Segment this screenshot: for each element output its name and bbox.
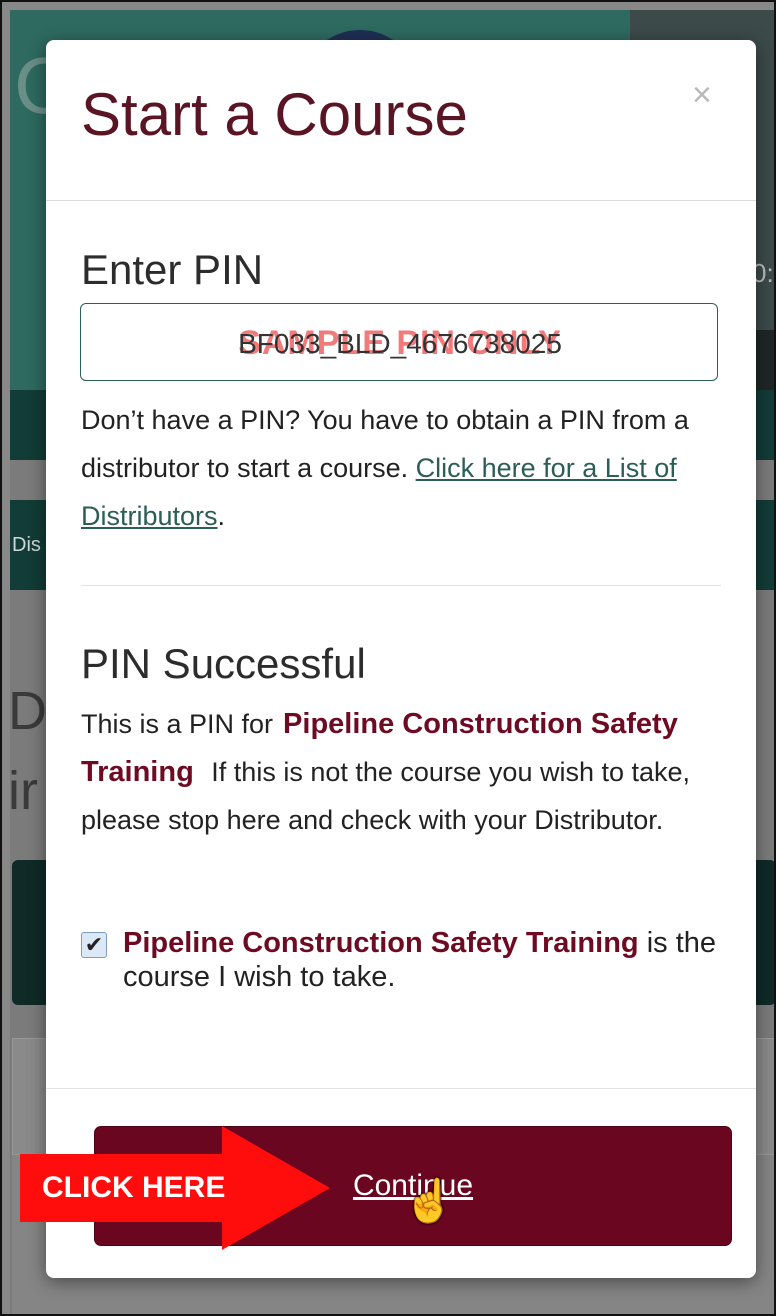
background-heading-fragment-2: ir — [8, 761, 38, 821]
pin-help-period: . — [217, 501, 226, 531]
modal-title: Start a Course — [81, 81, 468, 148]
pin-help-text: Don’t have a PIN? You have to obtain a P… — [81, 396, 731, 540]
pin-input-value: BF033_BLD_4676738025 — [238, 328, 562, 359]
section-divider — [81, 585, 721, 586]
pin-input[interactable]: SAMPLE PIN ONLY BF033_BLD_4676738025 — [80, 303, 718, 381]
background-tab-text: Dis — [12, 534, 41, 556]
footer-divider — [46, 1088, 756, 1089]
enter-pin-heading: Enter PIN — [81, 246, 264, 293]
confirm-course-label: Pipeline Construction Safety Training is… — [123, 926, 723, 994]
success-prefix: This is a PIN for — [81, 709, 274, 739]
modal-header: Start a Course × — [46, 40, 756, 201]
confirm-course-name: Pipeline Construction Safety Training — [123, 927, 639, 959]
close-icon[interactable]: × — [692, 76, 712, 115]
pin-success-message: This is a PIN for Pipeline Construction S… — [81, 700, 731, 844]
pin-successful-heading: PIN Successful — [81, 640, 366, 687]
click-here-label: CLICK HERE — [42, 1171, 226, 1204]
start-course-modal: Start a Course × Enter PIN SAMPLE PIN ON… — [46, 40, 756, 1278]
background-heading-fragment: D — [8, 681, 47, 741]
hand-cursor-icon: ☝ — [403, 1177, 456, 1224]
confirm-course-checkbox[interactable]: ✔ — [81, 932, 107, 958]
